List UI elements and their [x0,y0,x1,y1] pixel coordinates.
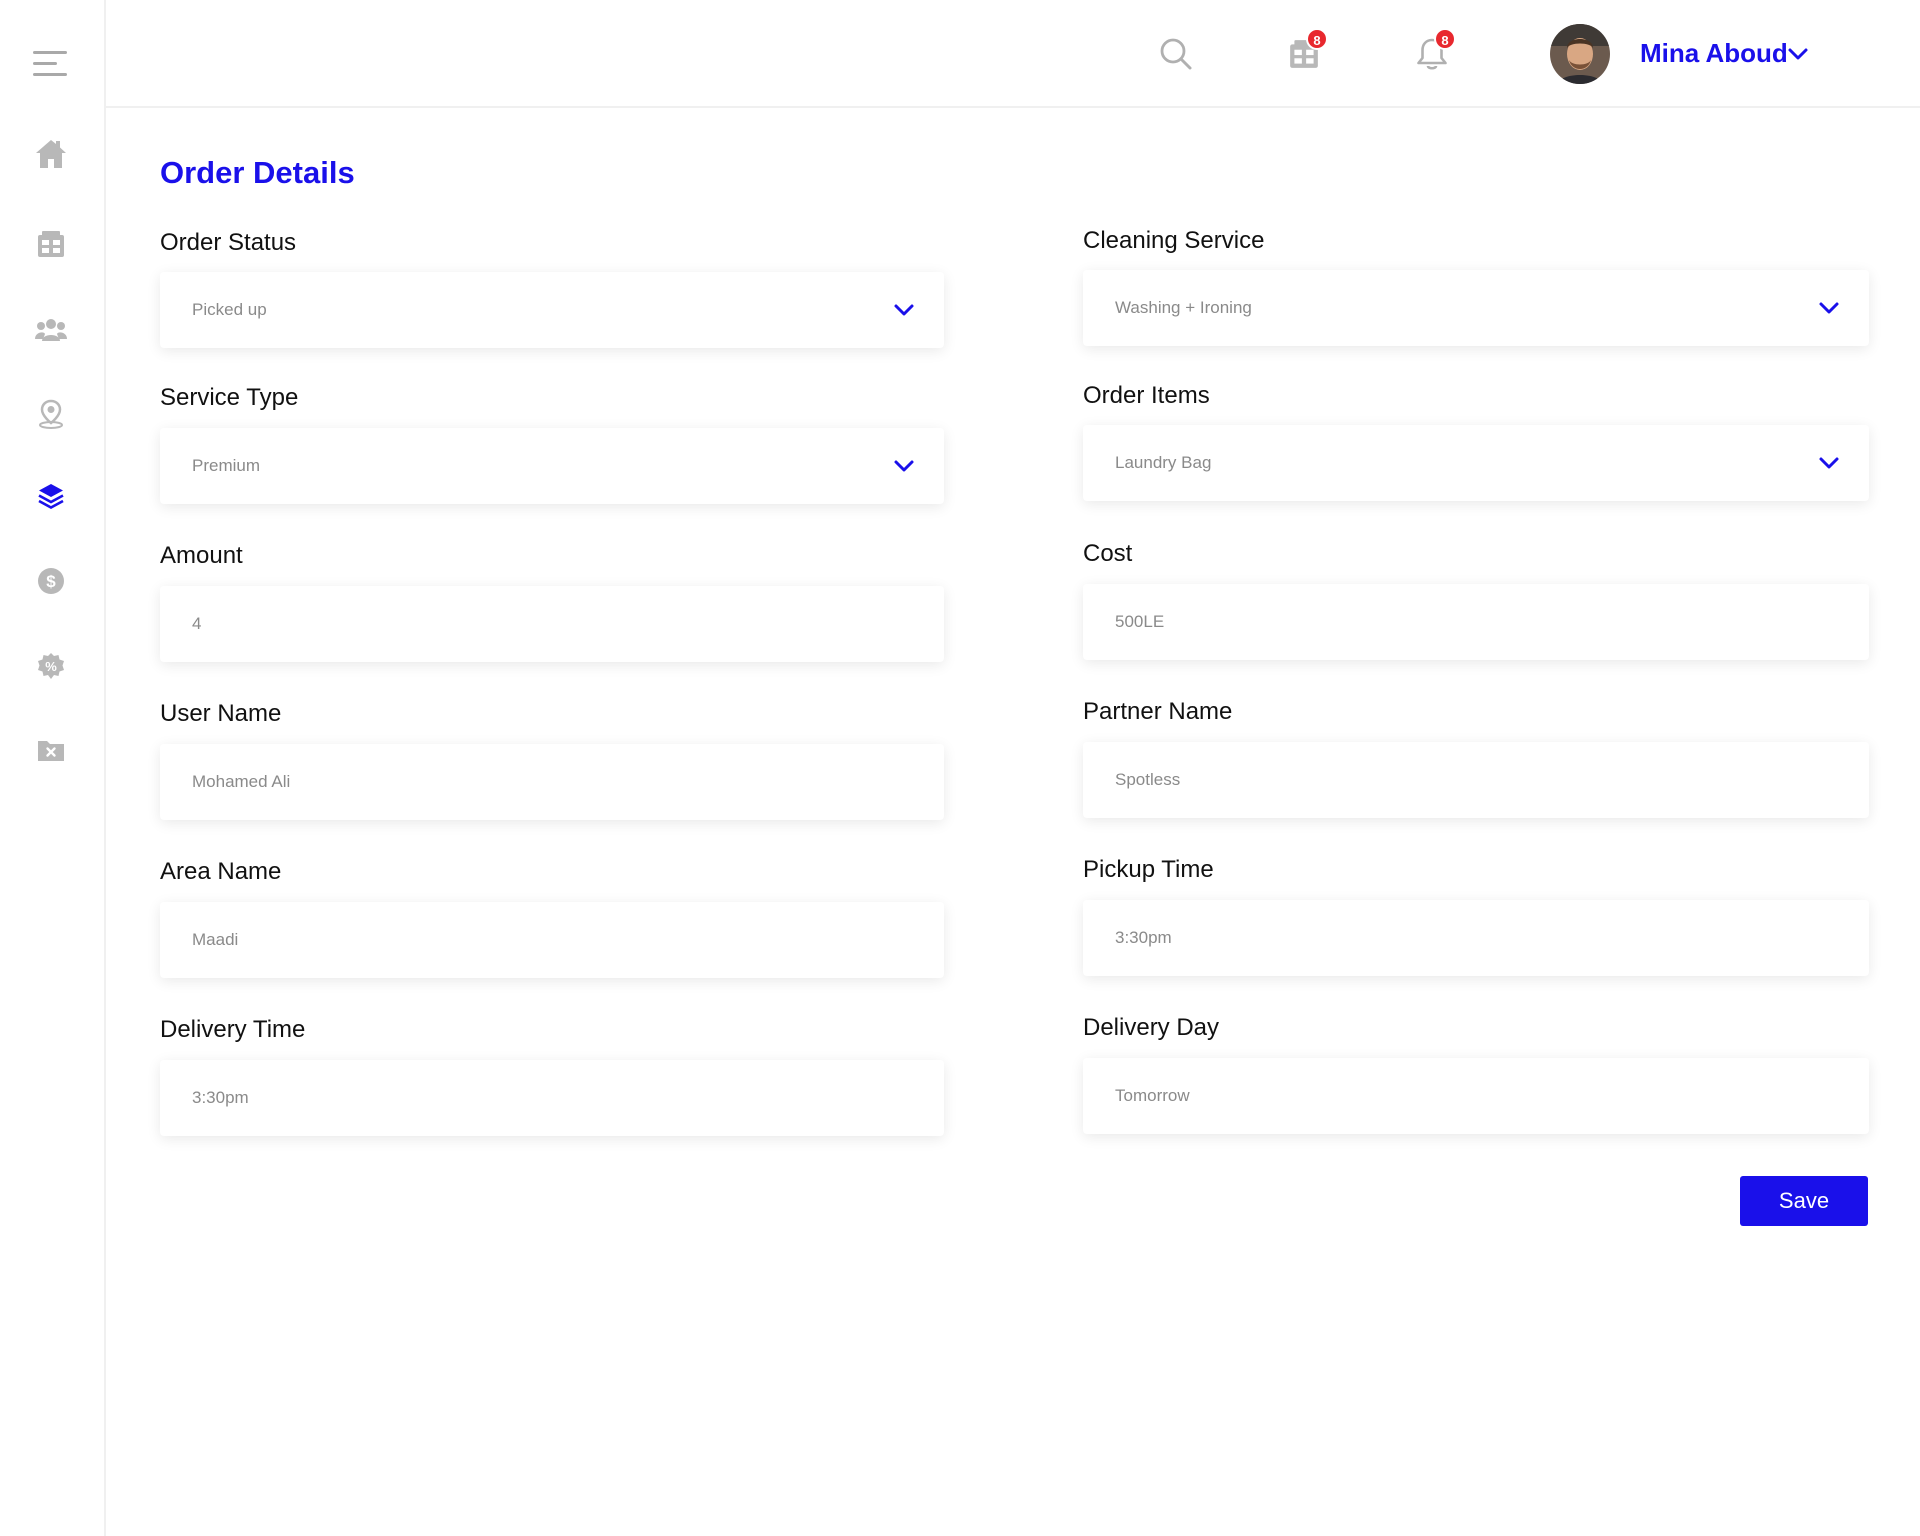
location-icon[interactable] [33,396,69,432]
user-name-label: User Name [160,700,282,727]
delivery-time-input[interactable]: 3:30pm [160,1060,944,1136]
cleaning-service-label: Cleaning Service [1083,227,1265,254]
user-name[interactable]: Mina Aboud [1640,38,1788,69]
order-items-value: Laundry Bag [1115,453,1212,472]
amount-input[interactable]: 4 [160,586,944,662]
top-header: 8 8 Mina Aboud [106,0,1920,108]
service-type-value: Premium [192,456,261,475]
chevron-down-icon[interactable] [1786,42,1810,66]
page-title: Order Details [160,155,355,190]
user-name-input[interactable]: Mohamed Ali [160,744,944,820]
pickup-time-value: 3:30pm [1115,928,1172,947]
orders-icon[interactable] [33,226,69,262]
order-status-value: Picked up [192,300,267,319]
area-name-input[interactable]: Maadi [160,902,944,978]
service-type-label: Service Type [160,384,299,411]
folder-x-icon[interactable] [33,732,69,768]
user-name-value: Mohamed Ali [192,772,291,791]
search-icon[interactable] [1154,32,1198,76]
notifications-badge: 8 [1434,28,1456,50]
delivery-day-label: Delivery Day [1083,1014,1220,1041]
chevron-down-icon [1819,457,1839,469]
chevron-down-icon [894,304,914,316]
bell-icon[interactable]: 8 [1410,28,1456,76]
chevron-down-icon [894,460,914,472]
cost-label: Cost [1083,540,1133,567]
cost-input[interactable]: 500LE [1083,584,1869,660]
orders-notification-icon[interactable]: 8 [1282,28,1328,76]
dollar-icon[interactable]: $ [33,563,69,599]
delivery-time-value: 3:30pm [192,1088,249,1107]
partner-name-input[interactable]: Spotless [1083,742,1869,818]
delivery-day-input[interactable]: Tomorrow [1083,1058,1869,1134]
chevron-down-icon [1819,302,1839,314]
orders-badge: 8 [1306,28,1328,50]
sidebar: $ % [0,0,106,1536]
delivery-day-value: Tomorrow [1115,1086,1190,1105]
order-items-select[interactable]: Laundry Bag [1083,425,1869,501]
order-status-select[interactable]: Picked up [160,272,944,348]
home-icon[interactable] [33,136,69,172]
save-button[interactable]: Save [1740,1176,1868,1226]
svg-text:%: % [45,659,57,674]
area-name-label: Area Name [160,858,282,885]
cleaning-service-value: Washing + Ironing [1115,298,1252,317]
pickup-time-input[interactable]: 3:30pm [1083,900,1869,976]
order-items-label: Order Items [1083,382,1210,409]
menu-icon[interactable] [33,46,69,82]
discount-icon[interactable]: % [33,648,69,684]
pickup-time-label: Pickup Time [1083,856,1214,883]
cleaning-service-select[interactable]: Washing + Ironing [1083,270,1869,346]
service-type-select[interactable]: Premium [160,428,944,504]
svg-text:$: $ [46,572,56,591]
avatar[interactable] [1550,24,1610,84]
partner-name-value: Spotless [1115,770,1181,789]
area-name-value: Maadi [192,930,239,949]
amount-value: 4 [192,614,202,633]
cost-value: 500LE [1115,612,1165,631]
order-status-label: Order Status [160,229,297,256]
partner-name-label: Partner Name [1083,698,1233,725]
layers-icon[interactable] [33,478,69,514]
amount-label: Amount [160,542,243,569]
delivery-time-label: Delivery Time [160,1016,306,1043]
users-icon[interactable] [33,312,69,348]
